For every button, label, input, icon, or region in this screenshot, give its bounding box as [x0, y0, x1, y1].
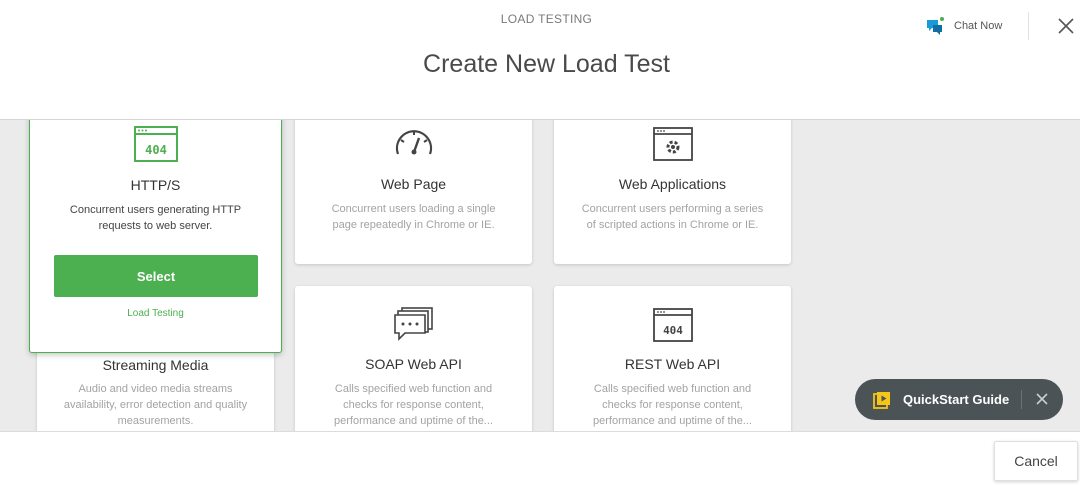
cancel-button[interactable]: Cancel: [994, 441, 1078, 481]
quickstart-label[interactable]: QuickStart Guide: [903, 392, 1009, 407]
card-title: HTTP/S: [130, 177, 181, 193]
chat-bubbles-icon: [927, 17, 944, 35]
section-label: LOAD TESTING: [500, 12, 593, 26]
select-button[interactable]: Select: [54, 255, 258, 297]
close-icon[interactable]: [1035, 392, 1049, 406]
card-title: Web Page: [380, 176, 447, 192]
modal-footer: Cancel: [0, 431, 1080, 485]
play-guide-icon: [873, 391, 890, 409]
card-title: Web Applications: [618, 176, 727, 192]
message-stack-icon: [393, 307, 433, 341]
close-icon[interactable]: [1057, 17, 1075, 35]
card-description: Concurrent users loading a single page r…: [331, 203, 496, 231]
card-title: REST Web API: [624, 356, 721, 372]
page-title: Create New Load Test: [423, 50, 670, 78]
card-description: Audio and video media streams availabili…: [63, 383, 248, 427]
card-description: Concurrent users performing a series of …: [581, 203, 764, 231]
card-web-applications[interactable]: Web Applications Concurrent users perfor…: [554, 120, 791, 264]
chat-now-label: Chat Now: [954, 20, 1003, 32]
http-404-window-icon: 404: [133, 126, 178, 162]
svg-text:404: 404: [663, 324, 683, 337]
card-description: Concurrent users generating HTTP request…: [69, 204, 242, 232]
quickstart-divider: [1021, 390, 1022, 409]
chat-now-button[interactable]: Chat Now: [925, 15, 1002, 37]
speedometer-icon: [395, 130, 432, 155]
card-title: Streaming Media: [102, 357, 209, 373]
svg-text:404: 404: [145, 143, 167, 157]
browser-gear-icon: [652, 127, 693, 161]
quickstart-guide[interactable]: QuickStart Guide: [855, 379, 1063, 420]
card-description: Calls specified web function and checks …: [334, 383, 493, 427]
card-https[interactable]: i 404 HTTP/S Concurrent users generating…: [29, 120, 282, 353]
rest-404-window-icon: 404: [652, 308, 693, 342]
card-description: Calls specified web function and checks …: [593, 383, 752, 427]
card-web-page[interactable]: Web Page Concurrent users loading a sing…: [295, 120, 532, 264]
card-tag: Load Testing: [127, 308, 184, 319]
card-soap-web-api[interactable]: SOAP Web API Calls specified web functio…: [295, 286, 532, 431]
card-rest-web-api[interactable]: 404 REST Web API Calls specified web fun…: [554, 286, 791, 431]
card-title: SOAP Web API: [365, 356, 462, 372]
header-divider: [1028, 12, 1029, 40]
modal-header: LOAD TESTING Create New Load Test Chat N…: [0, 0, 1080, 120]
